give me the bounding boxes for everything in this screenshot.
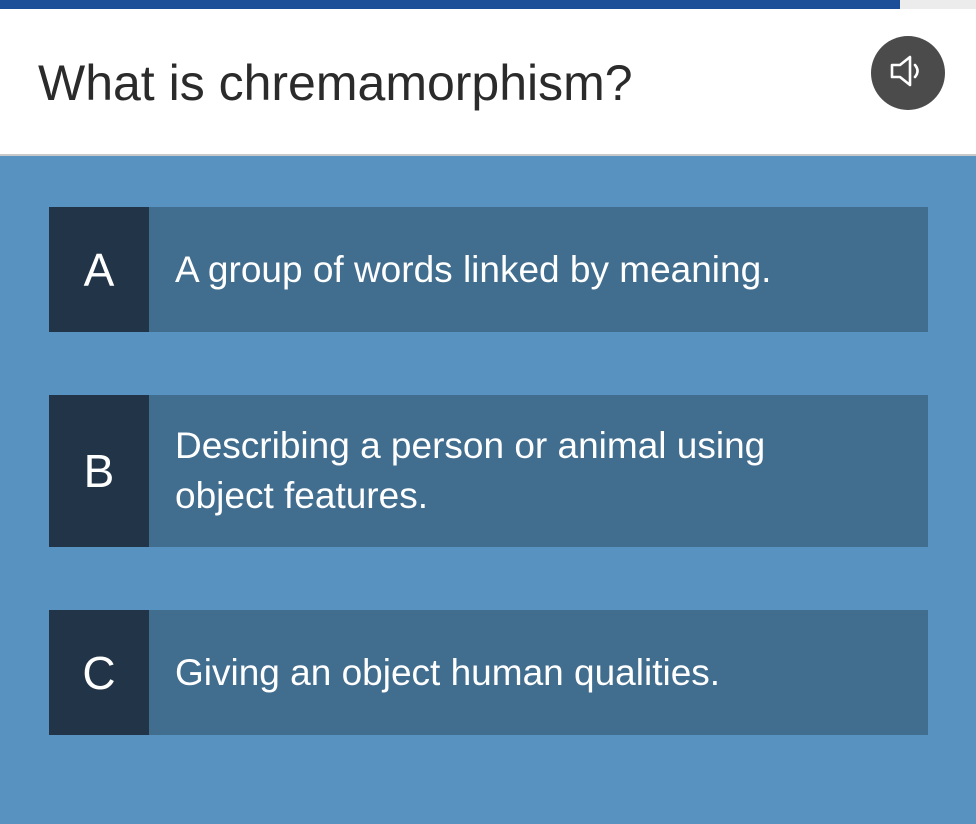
answer-option-c[interactable]: C Giving an object human qualities. [49, 610, 928, 735]
answer-letter: A [49, 207, 149, 332]
speaker-icon [886, 49, 930, 98]
answer-option-a[interactable]: A A group of words linked by meaning. [49, 207, 928, 332]
answer-text: Giving an object human qualities. [175, 651, 721, 693]
progress-bar [0, 0, 976, 9]
answer-text: Describing a person or animal using obje… [175, 425, 766, 516]
question-text: What is chremamorphism? [38, 55, 633, 111]
answer-text: A group of words linked by meaning. [175, 248, 772, 290]
progress-bar-fill [0, 0, 900, 9]
question-panel: What is chremamorphism? [0, 9, 976, 156]
answer-letter: C [49, 610, 149, 735]
audio-button[interactable] [871, 36, 945, 110]
answer-letter: B [49, 395, 149, 547]
answer-option-b[interactable]: B Describing a person or animal using ob… [49, 395, 928, 547]
